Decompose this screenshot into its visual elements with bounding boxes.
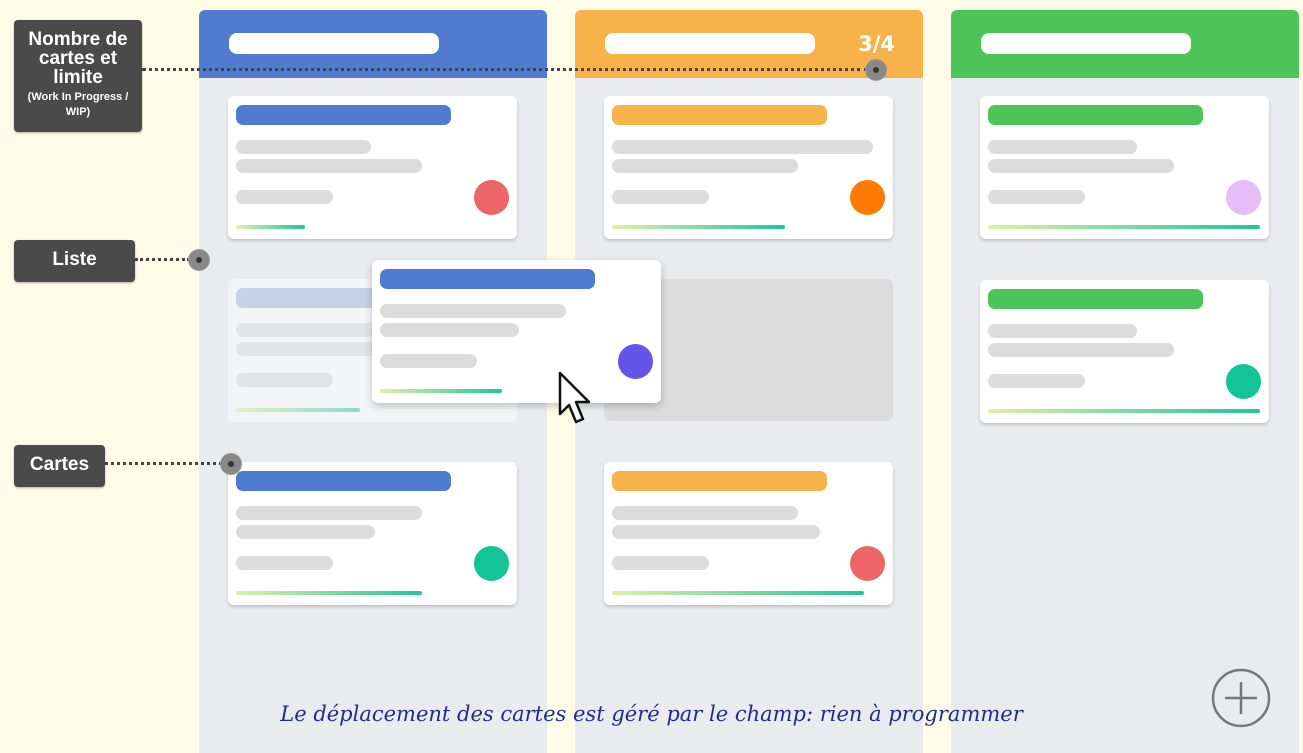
avatar [850,546,885,581]
progress-bar [612,591,864,595]
list-title-placeholder [605,33,815,54]
avatar [474,180,509,215]
annotation-wip-label: Nombre de cartes et limite [28,29,128,88]
list-title-placeholder [229,33,439,54]
connector-line [142,68,868,71]
progress-bar [236,225,305,229]
card[interactable] [980,280,1269,423]
avatar [618,344,653,379]
card[interactable] [228,96,517,239]
connector-line [105,462,222,465]
connector-dot [865,59,887,81]
card[interactable] [228,462,517,605]
avatar [1226,180,1261,215]
annotation-cards: Cartes [14,445,105,487]
progress-bar [612,225,785,229]
caption: Le déplacement des cartes est géré par l… [280,702,1023,726]
cursor-icon [558,371,591,424]
annotation-list-label: Liste [52,249,97,270]
card[interactable] [980,96,1269,239]
progress-bar [236,591,422,595]
annotation-list: Liste [14,240,135,282]
card[interactable] [604,96,893,239]
progress-bar [380,389,502,393]
connector-dot [220,453,242,475]
card[interactable] [604,462,893,605]
annotation-wip-sublabel: (Work In Progress / WIP) [27,91,129,118]
annotation-cards-label: Cartes [29,454,90,475]
wip-count: 3/4 [858,32,895,56]
avatar [850,180,885,215]
list-title-placeholder [981,33,1191,54]
progress-bar [988,225,1260,229]
card-dragging[interactable] [372,260,661,403]
annotation-wip: Nombre de cartes et limite (Work In Prog… [14,20,142,132]
avatar [1226,364,1261,399]
progress-bar [988,409,1260,413]
connector-dot [188,249,210,271]
list-header-green [951,10,1299,78]
avatar [474,546,509,581]
connector-line [135,258,190,261]
